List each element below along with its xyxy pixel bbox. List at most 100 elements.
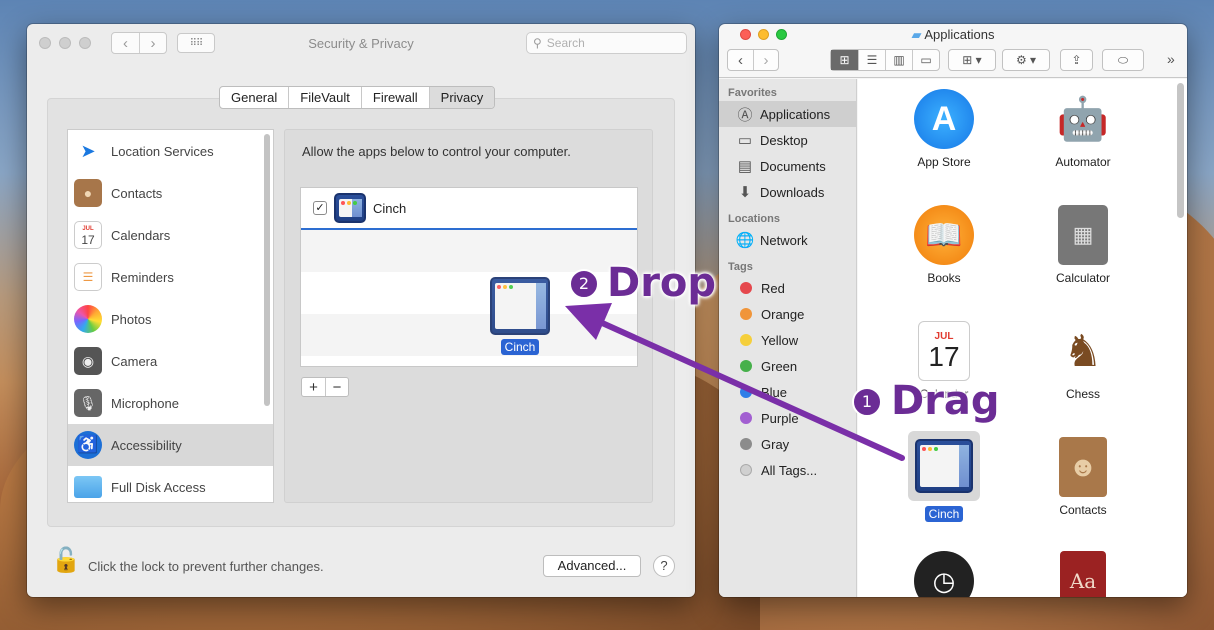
documents-icon: ▤ <box>737 158 753 175</box>
category-label: Calendars <box>111 227 171 243</box>
finder-title: ▰ Applications <box>911 27 995 42</box>
app-item-dashboard[interactable]: ◷ <box>884 551 1004 597</box>
sidebar-item-desktop[interactable]: ▭ Desktop <box>719 127 856 153</box>
calendar-icon: JUL 17 <box>74 221 102 249</box>
category-camera[interactable]: ◉ Camera <box>68 340 273 382</box>
favorites-header: Favorites <box>728 87 777 99</box>
calendar-icon: JUL 17 <box>918 321 970 381</box>
back-icon[interactable]: ‹ <box>112 33 139 53</box>
nav-buttons: ‹ › <box>727 49 779 71</box>
tag-all-tags[interactable]: All Tags... <box>719 457 856 483</box>
search-field[interactable]: ⚲ Search <box>526 32 687 54</box>
forward-icon[interactable]: › <box>753 50 778 70</box>
tag-color-dot <box>740 334 752 346</box>
tag-orange[interactable]: Orange <box>719 301 856 327</box>
app-item-cinch[interactable]: Cinch <box>884 431 1004 522</box>
app-item-books[interactable]: 📖 Books <box>884 205 1004 285</box>
tag-blue[interactable]: Blue <box>719 379 856 405</box>
folder-icon <box>74 476 102 498</box>
category-full-disk-access[interactable]: Full Disk Access <box>68 466 273 502</box>
app-item-app-store[interactable]: A App Store <box>884 89 1004 169</box>
chess-knight-icon: ♞ <box>1063 326 1103 376</box>
app-row-cinch[interactable]: ✓ Cinch <box>301 188 637 230</box>
category-photos[interactable]: Photos <box>68 298 273 340</box>
tag-color-dot <box>740 308 752 320</box>
finder-scrollbar[interactable] <box>1177 83 1184 218</box>
tag-red[interactable]: Red <box>719 275 856 301</box>
lock-icon[interactable]: 🔓 <box>51 546 81 575</box>
sidebar-item-applications[interactable]: Ⓐ Applications <box>719 101 856 127</box>
tag-color-dot <box>740 386 752 398</box>
category-accessibility[interactable]: ♿ Accessibility <box>68 424 273 466</box>
tag-purple[interactable]: Purple <box>719 405 856 431</box>
category-reminders[interactable]: ☰ Reminders <box>68 256 273 298</box>
tag-color-dot <box>740 360 752 372</box>
zoom-button[interactable] <box>79 37 91 49</box>
category-location-services[interactable]: ➤ Location Services <box>68 130 273 172</box>
category-label: Photos <box>111 311 152 327</box>
tag-green[interactable]: Green <box>719 353 856 379</box>
applications-icon: Ⓐ <box>737 106 753 124</box>
books-icon: 📖 <box>914 205 974 265</box>
group-by-icon[interactable]: ⊞ ▾ <box>948 49 996 71</box>
icon-view-icon[interactable]: ⊞ <box>831 50 858 70</box>
locations-header: Locations <box>728 213 780 225</box>
tab-general[interactable]: General <box>220 87 288 108</box>
tab-privacy[interactable]: Privacy <box>428 87 495 108</box>
tab-filevault[interactable]: FileVault <box>288 87 361 108</box>
app-item-dictionary[interactable]: Aa <box>1023 551 1143 597</box>
tag-icon[interactable]: ⬭ <box>1102 49 1144 71</box>
help-button[interactable]: ? <box>653 555 675 577</box>
gear-icon[interactable]: ⚙ ▾ <box>1002 49 1050 71</box>
category-contacts[interactable]: ● Contacts <box>68 172 273 214</box>
category-calendars[interactable]: JUL 17 Calendars <box>68 214 273 256</box>
calculator-icon: ▦ <box>1058 205 1108 265</box>
dashboard-gauge-icon: ◷ <box>914 551 974 597</box>
sidebar-item-documents[interactable]: ▤ Documents <box>719 153 856 179</box>
sidebar-item-network[interactable]: 🌐 Network <box>719 227 856 253</box>
forward-icon[interactable]: › <box>139 33 166 53</box>
remove-app-button[interactable]: − <box>325 378 348 396</box>
close-button[interactable] <box>39 37 51 49</box>
column-view-icon[interactable]: ▥ <box>885 50 912 70</box>
app-item-calculator[interactable]: ▦ Calculator <box>1023 205 1143 285</box>
category-scrollbar[interactable] <box>264 134 270 406</box>
gallery-view-icon[interactable]: ▭ <box>912 50 939 70</box>
security-privacy-window: ‹ › ⠿⠿ Security & Privacy ⚲ Search Gener… <box>27 24 695 597</box>
nav-buttons: ‹ › <box>111 32 167 54</box>
app-enable-checkbox[interactable]: ✓ <box>313 201 327 215</box>
sidebar-item-downloads[interactable]: ⬇ Downloads <box>719 179 856 205</box>
dragged-cinch-ghost: Cinch <box>489 277 551 355</box>
step-2-badge: 2 <box>569 269 599 299</box>
microphone-icon: 🎙 <box>74 389 102 417</box>
tag-color-dot <box>740 282 752 294</box>
minimize-button[interactable] <box>59 37 71 49</box>
app-item-chess[interactable]: ♞ Chess <box>1023 321 1143 402</box>
tag-gray[interactable]: Gray <box>719 431 856 457</box>
list-row-empty <box>301 314 637 356</box>
tab-firewall[interactable]: Firewall <box>360 87 429 108</box>
category-label: Reminders <box>111 269 174 285</box>
advanced-button[interactable]: Advanced... <box>543 555 641 577</box>
app-item-automator[interactable]: 🤖 Automator <box>1023 89 1143 170</box>
share-icon[interactable]: ⇪ <box>1060 49 1093 71</box>
contacts-book-icon: ☻ <box>1059 437 1107 497</box>
list-view-icon[interactable]: ☰ <box>858 50 885 70</box>
photos-flower-icon <box>74 305 102 333</box>
search-placeholder: Search <box>546 36 585 50</box>
finder-window: ▰ Applications ‹ › ⊞ ☰ ▥ ▭ ⊞ ▾ ⚙ ▾ ⇪ ⬭ »… <box>719 24 1187 597</box>
back-icon[interactable]: ‹ <box>728 50 753 70</box>
show-all-grid-icon[interactable]: ⠿⠿ <box>177 33 215 53</box>
app-item-contacts[interactable]: ☻ Contacts <box>1023 437 1143 517</box>
add-app-button[interactable]: + <box>302 378 325 396</box>
cinch-app-icon-selected <box>908 431 980 501</box>
category-label: Location Services <box>111 143 214 159</box>
add-remove-buttons: + − <box>301 377 349 397</box>
toolbar-overflow-icon[interactable]: » <box>1167 51 1175 67</box>
window-controls <box>39 37 91 49</box>
dragged-label: Cinch <box>500 339 540 355</box>
dictionary-book-icon: Aa <box>1060 551 1106 597</box>
category-microphone[interactable]: 🎙 Microphone <box>68 382 273 424</box>
tag-yellow[interactable]: Yellow <box>719 327 856 353</box>
finder-title-bar: ▰ Applications <box>719 24 1187 46</box>
